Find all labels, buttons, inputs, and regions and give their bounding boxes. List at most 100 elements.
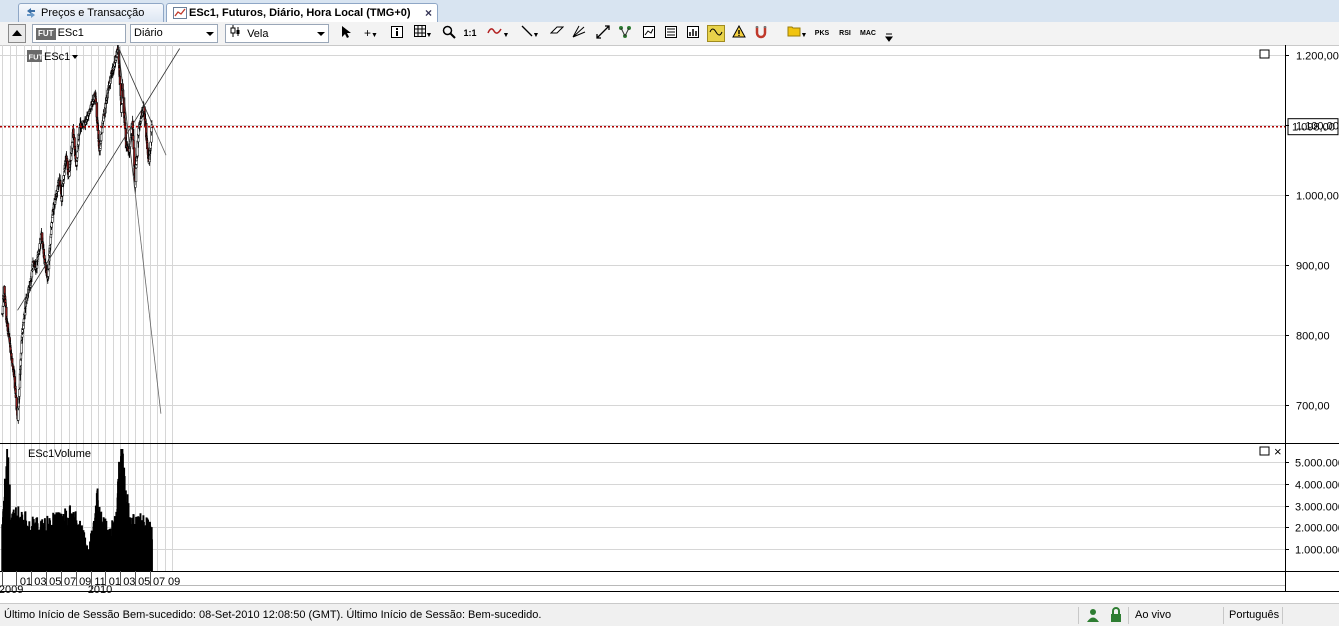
candle-icon bbox=[230, 25, 240, 43]
grid-tool-button[interactable]: ▼ bbox=[410, 25, 436, 42]
chevron-down-icon: ▼ bbox=[502, 32, 510, 39]
user-status-icon[interactable] bbox=[1085, 607, 1101, 623]
candle-body bbox=[132, 135, 135, 141]
volume-y-tick-label: 4.000.000,00 bbox=[1295, 480, 1339, 492]
folder-button[interactable]: ▼ bbox=[784, 25, 810, 42]
triangle-up-icon bbox=[12, 30, 22, 36]
maximize-volume-pane-icon[interactable] bbox=[1259, 446, 1270, 456]
studies-button[interactable]: ▼ bbox=[484, 25, 512, 42]
symbol-input[interactable]: FUT ESc1 bbox=[32, 24, 126, 43]
magnifier-icon bbox=[442, 25, 456, 39]
candle-body bbox=[11, 358, 14, 364]
crosshair-tool-button[interactable]: +▼ bbox=[358, 25, 384, 42]
template-button-2[interactable] bbox=[662, 25, 680, 42]
chevron-down-icon bbox=[72, 55, 78, 59]
candle-body bbox=[1, 305, 5, 314]
candle-body bbox=[133, 147, 136, 167]
magnet-icon bbox=[755, 26, 767, 39]
price-y-tick-label: 1.000,00 bbox=[1296, 191, 1339, 203]
chart-grid bbox=[0, 45, 1285, 571]
language-selector[interactable]: Português bbox=[1229, 604, 1279, 626]
x-month-label: 07 bbox=[64, 576, 76, 588]
candle-body bbox=[66, 160, 69, 170]
x-month-label: 03 bbox=[34, 576, 46, 588]
cursor-arrow-icon bbox=[342, 26, 351, 38]
maximize-price-pane-icon[interactable] bbox=[1259, 49, 1270, 59]
session-status-message: Último Início de Sessão Bem-sucedido: 08… bbox=[4, 609, 542, 621]
wave-icon bbox=[486, 28, 502, 34]
candle-body bbox=[140, 118, 143, 122]
warning-icon bbox=[732, 24, 746, 38]
price-y-tick-label: 1.200,00 bbox=[1296, 51, 1339, 63]
close-volume-pane-icon[interactable]: × bbox=[1274, 444, 1282, 459]
eraser-button[interactable] bbox=[548, 25, 566, 42]
chevron-down-icon bbox=[317, 32, 325, 36]
candle-body bbox=[95, 102, 98, 118]
tab-prices-transactions[interactable]: Preços e Transacção bbox=[18, 3, 164, 22]
info-tool-button[interactable] bbox=[388, 25, 406, 42]
chart-type-select[interactable]: Vela bbox=[225, 24, 329, 43]
status-separator bbox=[1282, 607, 1283, 624]
ratio-button[interactable]: 1:1 bbox=[461, 25, 479, 42]
trendline-extension bbox=[151, 123, 167, 156]
compare-button[interactable] bbox=[616, 25, 634, 42]
wave-study-button[interactable] bbox=[707, 25, 725, 42]
x-month-label: 07 bbox=[153, 576, 165, 588]
document-list-icon bbox=[665, 26, 677, 38]
crosshair-icon: + bbox=[364, 26, 372, 40]
zoom-tool-button[interactable] bbox=[440, 25, 458, 42]
x-month-label: 05 bbox=[138, 576, 150, 588]
close-tab-icon[interactable]: × bbox=[425, 4, 432, 22]
chevron-down-icon: ▼ bbox=[800, 32, 808, 39]
fibonacci-button[interactable] bbox=[570, 25, 588, 42]
study-mac-button[interactable]: MAC bbox=[858, 25, 878, 42]
alert-button[interactable] bbox=[730, 24, 748, 42]
candle-body bbox=[31, 269, 34, 272]
study-rsi-button[interactable]: RSI bbox=[835, 25, 855, 42]
chevron-down-icon: ▼ bbox=[425, 32, 433, 39]
current-price-line: 1.098,00 bbox=[0, 118, 1339, 136]
magnet-button[interactable] bbox=[752, 25, 770, 42]
candle-body bbox=[71, 142, 74, 149]
expand-button[interactable] bbox=[594, 25, 612, 42]
price-y-tick-label: 1.100,00 bbox=[1296, 121, 1339, 133]
futures-badge: FUT bbox=[36, 28, 56, 40]
volume-y-tick-label: 1.000.000,00 bbox=[1295, 545, 1339, 557]
template-button-1[interactable] bbox=[640, 25, 658, 42]
price-y-tick-label: 900,00 bbox=[1296, 261, 1330, 273]
x-year-label: 2009 bbox=[0, 584, 23, 596]
status-separator bbox=[1128, 607, 1129, 624]
chevron-down-icon: ▼ bbox=[532, 32, 540, 39]
candle-body bbox=[134, 168, 138, 182]
candle-body bbox=[73, 137, 76, 148]
chart-area[interactable]: 1.098,00 1.200,00 1.100,00 1.000,00 900,00 8… bbox=[0, 45, 1339, 603]
candle-body bbox=[3, 294, 7, 297]
pointer-tool-button[interactable] bbox=[337, 25, 355, 42]
candle-body bbox=[18, 388, 21, 397]
tab-esc1-chart[interactable]: ESc1, Futuros, Diário, Hora Local (TMG+0… bbox=[166, 3, 438, 23]
volume-bar bbox=[150, 539, 153, 571]
expand-arrows-icon bbox=[596, 25, 610, 39]
collapse-button[interactable] bbox=[8, 24, 26, 43]
tab-bar: Preços e Transacção ESc1, Futuros, Diári… bbox=[0, 0, 1339, 23]
document-chart-icon bbox=[643, 26, 655, 38]
x-month-label: 05 bbox=[49, 576, 61, 588]
chart-axes: 1.200,00 1.100,00 1.000,00 900,00 800,00 700,… bbox=[0, 45, 1339, 596]
study-pks-button[interactable]: PKS bbox=[812, 25, 832, 42]
chevron-down-icon bbox=[206, 32, 214, 36]
price-legend[interactable]: FUT ESc1 bbox=[27, 50, 78, 63]
price-y-tick-label: 800,00 bbox=[1296, 331, 1330, 343]
price-y-tick-label: 700,00 bbox=[1296, 401, 1330, 413]
volume-y-tick-label: 3.000.000,00 bbox=[1295, 502, 1339, 514]
line-tool-button[interactable]: ▼ bbox=[516, 25, 544, 42]
chart-toolbar: FUT ESc1 Diário Vela +▼ ▼ 1:1 ▼ ▼ ▼ PKS … bbox=[0, 22, 1339, 46]
status-separator bbox=[1223, 607, 1224, 624]
interval-select[interactable]: Diário bbox=[130, 24, 218, 43]
template-button-3[interactable] bbox=[684, 25, 702, 42]
status-bar: Último Início de Sessão Bem-sucedido: 08… bbox=[0, 603, 1339, 626]
candle-body bbox=[61, 186, 64, 197]
candle-body bbox=[100, 134, 103, 141]
chart-icon bbox=[173, 7, 187, 19]
candle-body bbox=[22, 318, 26, 323]
x-month-label: 03 bbox=[123, 576, 135, 588]
